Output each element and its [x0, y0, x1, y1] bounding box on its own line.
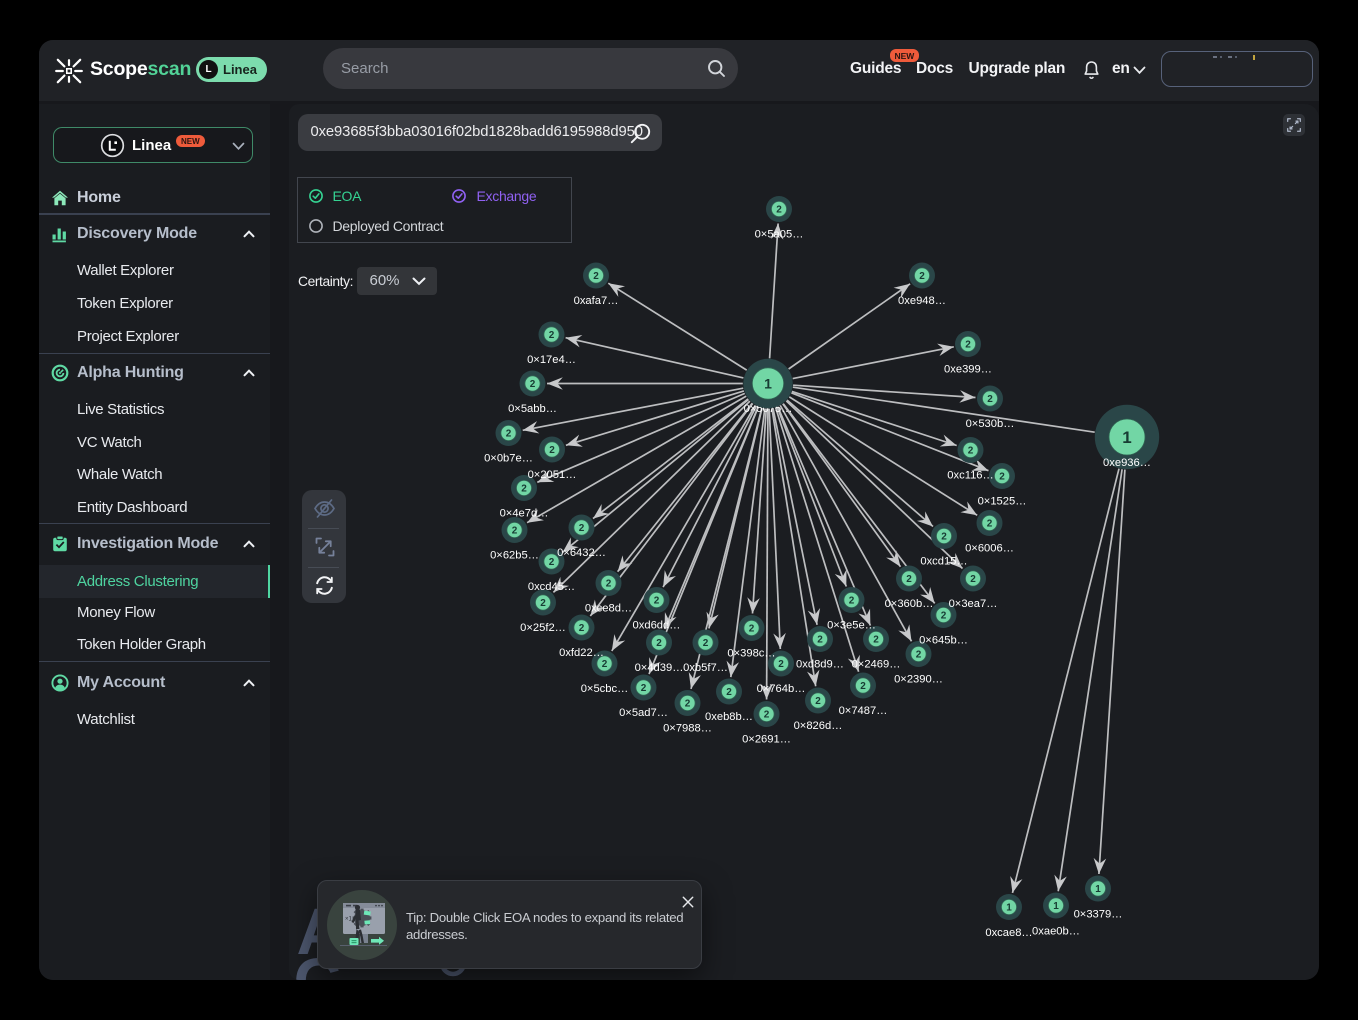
svg-text:0xce8d…: 0xce8d…: [585, 602, 632, 614]
svg-text:2: 2: [919, 271, 925, 282]
svg-text:2: 2: [602, 659, 608, 670]
svg-text:0×6432…: 0×6432…: [557, 547, 606, 559]
svg-text:2: 2: [860, 681, 866, 692]
svg-text:0xcd45…: 0xcd45…: [528, 581, 575, 593]
svg-text:2: 2: [685, 698, 691, 709]
svg-text:0×530b…: 0×530b…: [966, 418, 1015, 430]
svg-text:0xeb8b…: 0xeb8b…: [705, 711, 753, 723]
svg-text:2: 2: [873, 634, 879, 645]
svg-text:2: 2: [987, 518, 993, 529]
svg-text:2: 2: [530, 379, 536, 390]
svg-text:2: 2: [506, 428, 512, 439]
svg-text:2: 2: [941, 610, 947, 621]
svg-text:1: 1: [1006, 902, 1012, 913]
svg-text:2: 2: [549, 557, 555, 568]
svg-text:0×17e4…: 0×17e4…: [527, 354, 576, 366]
svg-text:1: 1: [1122, 428, 1131, 447]
svg-text:2: 2: [641, 683, 647, 694]
svg-text:0×7487…: 0×7487…: [839, 705, 888, 717]
svg-text:0xcae8…: 0xcae8…: [985, 927, 1032, 939]
svg-text:0×1525…: 0×1525…: [978, 495, 1027, 507]
svg-text:0xcd15…: 0xcd15…: [920, 555, 967, 567]
svg-text:0xae0b…: 0xae0b…: [1032, 925, 1080, 937]
svg-text:2: 2: [703, 638, 709, 649]
svg-text:2: 2: [749, 623, 755, 634]
svg-text:0xe936…: 0xe936…: [1103, 457, 1151, 469]
svg-text:2: 2: [916, 649, 922, 660]
svg-text:0×62b5…: 0×62b5…: [490, 549, 539, 561]
svg-text:0×3ea7…: 0×3ea7…: [949, 598, 998, 610]
svg-text:0×2691…: 0×2691…: [742, 733, 791, 745]
svg-text:0xc116…: 0xc116…: [947, 469, 993, 481]
svg-text:0×25f2…: 0×25f2…: [520, 622, 566, 634]
svg-text:0×6006…: 0×6006…: [965, 542, 1014, 554]
svg-text:2: 2: [726, 687, 732, 698]
svg-text:2: 2: [764, 709, 770, 720]
svg-text:2: 2: [776, 204, 782, 215]
svg-text:0×4d39…: 0×4d39…: [635, 662, 684, 674]
svg-text:2: 2: [549, 330, 555, 341]
svg-text:2: 2: [941, 531, 947, 542]
svg-text:2: 2: [579, 623, 585, 634]
svg-text:0×3379…: 0×3379…: [1074, 908, 1123, 920]
svg-text:0×4e7d…: 0×4e7d…: [500, 507, 549, 519]
svg-text:2: 2: [540, 598, 546, 609]
svg-text:0×5abb…: 0×5abb…: [508, 403, 557, 415]
svg-text:0×2469…: 0×2469…: [852, 658, 901, 670]
svg-text:1: 1: [1053, 901, 1059, 912]
svg-text:2: 2: [987, 394, 993, 405]
svg-text:0×826d…: 0×826d…: [794, 720, 843, 732]
svg-text:0xd8d9…: 0xd8d9…: [796, 658, 844, 670]
svg-text:0xd6dd…: 0xd6dd…: [633, 619, 681, 631]
svg-text:0xfd22…: 0xfd22…: [559, 647, 604, 659]
svg-text:2: 2: [965, 339, 971, 350]
svg-text:2: 2: [906, 574, 912, 585]
svg-text:1: 1: [1095, 884, 1101, 895]
svg-text:2: 2: [579, 523, 585, 534]
svg-text:0×5cbc…: 0×5cbc…: [581, 683, 629, 695]
svg-text:0×5ad7…: 0×5ad7…: [619, 707, 668, 719]
svg-text:1: 1: [764, 375, 772, 391]
svg-text:2: 2: [521, 483, 527, 494]
svg-text:2: 2: [654, 595, 660, 606]
svg-text:0×2051…: 0×2051…: [528, 469, 577, 481]
svg-text:0×5a05…: 0×5a05…: [755, 228, 804, 240]
svg-text:2: 2: [999, 471, 1005, 482]
svg-text:0×645b…: 0×645b…: [919, 634, 968, 646]
svg-text:2: 2: [817, 634, 823, 645]
svg-text:0xb5f7…: 0xb5f7…: [683, 662, 728, 674]
svg-text:0xe399…: 0xe399…: [944, 363, 992, 375]
svg-text:0×360b…: 0×360b…: [885, 598, 934, 610]
svg-text:0×3e5e…: 0×3e5e…: [827, 619, 876, 631]
svg-text:2: 2: [968, 445, 974, 456]
svg-text:0xafa7…: 0xafa7…: [574, 295, 619, 307]
svg-text:0xe948…: 0xe948…: [898, 295, 946, 307]
svg-text:2: 2: [606, 578, 612, 589]
svg-text:×1: ×1: [345, 917, 353, 923]
svg-text:2: 2: [970, 574, 976, 585]
svg-text:2: 2: [549, 445, 555, 456]
svg-text:2: 2: [512, 525, 518, 536]
svg-text:2: 2: [778, 659, 784, 670]
svg-text:0×764b…: 0×764b…: [757, 683, 806, 695]
svg-text:2: 2: [815, 696, 821, 707]
svg-text:2: 2: [593, 271, 599, 282]
svg-text:0×398c…: 0×398c…: [727, 647, 775, 659]
svg-text:2: 2: [849, 595, 855, 606]
svg-text:0×0b7e…: 0×0b7e…: [484, 452, 533, 464]
svg-text:2: 2: [656, 638, 662, 649]
svg-text:0×7988…: 0×7988…: [663, 722, 712, 734]
svg-text:0×2390…: 0×2390…: [894, 673, 943, 685]
